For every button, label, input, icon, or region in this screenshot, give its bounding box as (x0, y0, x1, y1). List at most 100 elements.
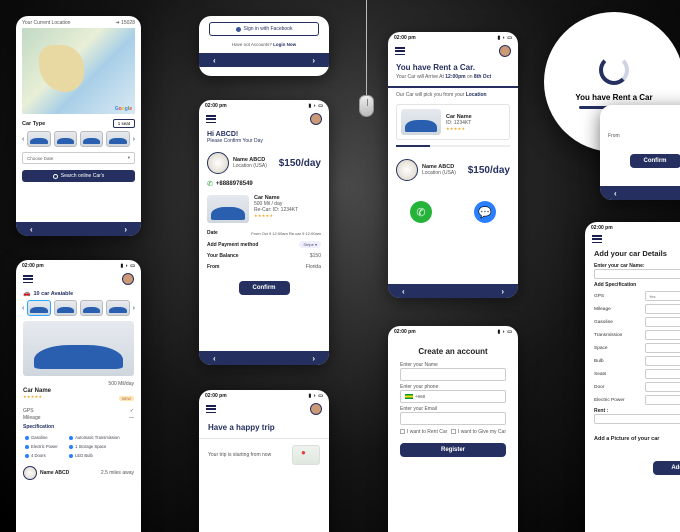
electric-input[interactable] (645, 395, 680, 405)
car-thumb-3[interactable] (80, 300, 103, 316)
transmission-input[interactable] (645, 330, 680, 340)
trip-title: Have a happy trip (199, 419, 329, 436)
trip-map: ● (292, 445, 320, 465)
avatar[interactable] (499, 45, 511, 57)
car-thumb-1[interactable] (27, 131, 50, 147)
checkbox-give[interactable]: I want to Give my Car (451, 429, 506, 435)
map-view[interactable]: Google (22, 28, 135, 114)
balance-value: $150 (310, 253, 321, 259)
available-count: 10 car Avaiable (33, 291, 73, 297)
status-bar: 02:00 pm▮◗▭ (199, 100, 329, 111)
login-now-link[interactable]: Login Now (273, 42, 296, 47)
car-icon: 🚗 (23, 290, 30, 297)
screen-rent-summary: 02:00 pm▮◗▭ You have Rent a Car. Your Ca… (388, 32, 518, 298)
bulb-input[interactable] (645, 356, 680, 366)
user-photo (207, 152, 229, 174)
arrival-text: Your Car will Arrive At 12:00pm on 8th O… (396, 74, 510, 80)
payment-label: Add Payment method (207, 242, 258, 248)
menu-icon[interactable] (206, 115, 216, 123)
mileage-input[interactable] (645, 304, 680, 314)
gasoline-input[interactable] (645, 317, 680, 327)
payment-method-chip[interactable]: Stripe ▾ (299, 241, 321, 248)
google-brand: Google (115, 106, 132, 112)
divider (388, 86, 518, 88)
nav-prev[interactable]: ‹ (213, 354, 216, 363)
email-input[interactable] (400, 412, 506, 425)
gps-input[interactable]: Yes (645, 291, 680, 301)
price-per-day: $150/day (468, 165, 510, 176)
space-input[interactable] (645, 343, 680, 353)
chevron-right-icon[interactable]: › (133, 305, 135, 312)
phone-input[interactable]: +668 (400, 390, 506, 403)
spec-title: Specification (16, 424, 141, 432)
nav-next[interactable]: › (124, 225, 127, 234)
status-bar: 02:00 pm▮◗▭ (199, 390, 329, 401)
owner-location: Location (USA) (422, 170, 456, 176)
loading-spinner-icon (599, 55, 629, 85)
confirm-button[interactable]: Confirm (630, 154, 680, 168)
avatar[interactable] (310, 403, 322, 415)
seats-input[interactable] (645, 369, 680, 379)
name-input[interactable] (400, 368, 506, 381)
car-thumb-3[interactable] (80, 131, 103, 147)
checkbox-rent[interactable]: I want to Rent Car (400, 429, 447, 435)
distance: 2.5 miles away (101, 470, 134, 476)
car-rating: ★★★★★ (23, 394, 51, 399)
add-button[interactable]: Add (653, 461, 680, 475)
facebook-signin-button[interactable]: Sign in with Facebook (209, 22, 319, 36)
door-input[interactable] (645, 382, 680, 392)
screen-happy-trip: 02:00 pm▮◗▭ Have a happy trip Your trip … (199, 390, 329, 532)
car-thumb-2[interactable] (54, 300, 77, 316)
chevron-left-icon[interactable]: ‹ (22, 136, 24, 143)
choose-date-select[interactable]: Choose Date ▾ (22, 152, 135, 164)
nav-prev[interactable]: ‹ (213, 56, 216, 65)
choose-date-label: Choose Date (27, 156, 53, 161)
car-name: Car Name (23, 388, 51, 394)
mouse-cord (366, 0, 367, 95)
car-thumb-4[interactable] (106, 300, 129, 316)
nav-next[interactable]: › (501, 287, 504, 296)
owner-photo (23, 466, 37, 480)
nav-prev[interactable]: ‹ (402, 287, 405, 296)
facebook-icon (236, 27, 241, 32)
menu-icon[interactable] (206, 405, 216, 413)
avatar[interactable] (122, 273, 134, 285)
avatar[interactable] (310, 113, 322, 125)
register-button[interactable]: Register (400, 443, 506, 457)
car-name-input[interactable] (594, 269, 680, 279)
search-icon (53, 174, 58, 179)
date-label: Date (207, 230, 218, 236)
nav-prev[interactable]: ‹ (614, 189, 617, 198)
rent-title: You have Rent a Car. (396, 63, 510, 72)
status-bar: 02:00 pm▮◗▭ (388, 326, 518, 337)
date-value: From Oct 9 12:00am Re-car 9 12:00am (251, 231, 321, 236)
mileage-label: Mileage (23, 415, 41, 421)
menu-icon[interactable] (23, 275, 33, 283)
message-button[interactable]: 💬 (474, 201, 496, 223)
menu-icon[interactable] (395, 47, 405, 55)
screen-signin: Sign in with Facebook Have not Accounts?… (199, 16, 329, 76)
add-spec-label: Add Specification (594, 282, 680, 288)
bottom-nav: ‹› (388, 284, 518, 298)
screen-rent-confirm-small: From Confirm ‹› (600, 105, 680, 200)
bottom-nav: ‹› (16, 222, 141, 236)
battery-icon: ▭ (318, 103, 323, 109)
seat-tag[interactable]: 1 seat (113, 119, 135, 128)
nav-prev[interactable]: ‹ (30, 225, 33, 234)
chevron-right-icon[interactable]: › (133, 136, 135, 143)
search-cars-button[interactable]: Search online Car's (22, 170, 135, 182)
car-thumb-2[interactable] (54, 131, 77, 147)
pickup-text: Our Car will pick you from your Location (388, 92, 518, 101)
rent-input[interactable] (594, 414, 680, 424)
call-button[interactable]: ✆ (410, 201, 432, 223)
menu-icon[interactable] (592, 235, 602, 243)
nav-next[interactable]: › (312, 354, 315, 363)
chevron-down-icon: ▾ (128, 155, 130, 161)
chevron-left-icon[interactable]: ‹ (22, 305, 24, 312)
phone-icon: ✆ (207, 180, 213, 188)
car-thumb-1[interactable] (27, 300, 50, 316)
bottom-nav: ‹› (199, 351, 329, 365)
car-thumb-4[interactable] (106, 131, 129, 147)
nav-next[interactable]: › (312, 56, 315, 65)
confirm-button[interactable]: Confirm (239, 281, 290, 295)
